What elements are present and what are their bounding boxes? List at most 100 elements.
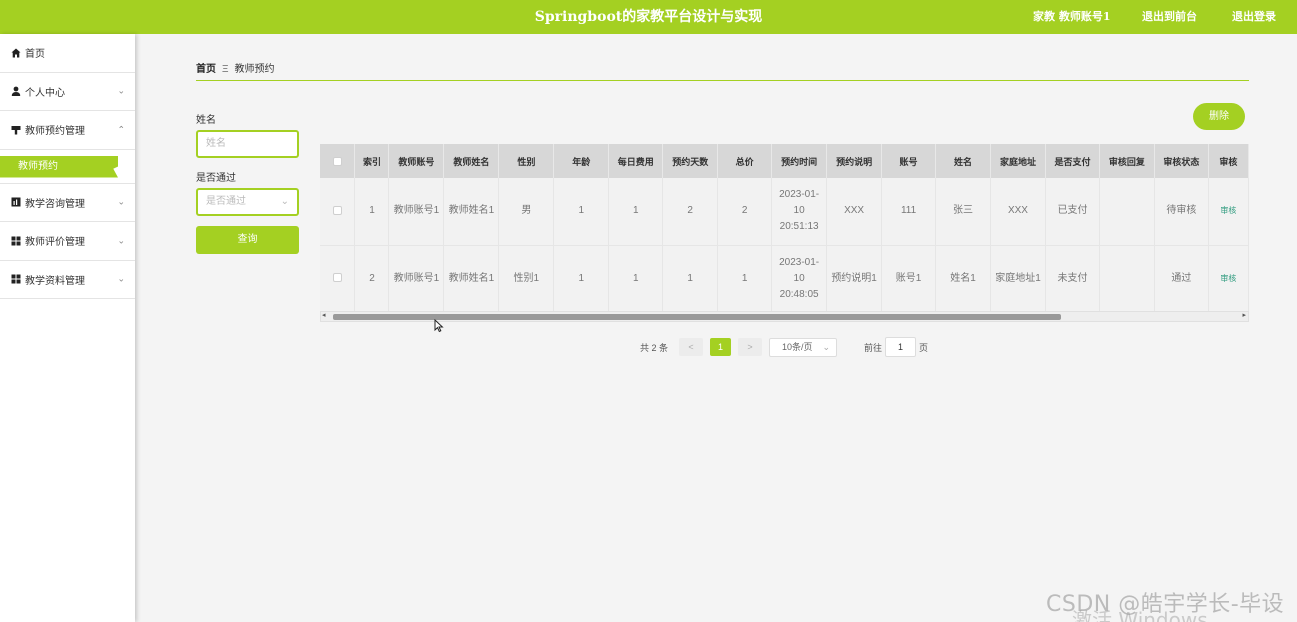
user-icon	[10, 86, 21, 97]
sidebar-item-home[interactable]: 首页	[0, 34, 135, 73]
scroll-left-icon[interactable]: ◂	[322, 311, 326, 319]
grid-icon	[10, 235, 21, 246]
data-table: 索引 教师账号 教师姓名 性别 年龄 每日费用 预约天数 总价 预约时间 预约说…	[320, 144, 1249, 311]
scroll-right-icon[interactable]: ▸	[1242, 311, 1246, 319]
table-cell	[1099, 178, 1155, 246]
podium-icon	[10, 124, 21, 135]
column-header: 总价	[717, 144, 773, 178]
sidebar-item-personal[interactable]: 个人中心 ⌄	[0, 73, 135, 111]
column-header: 姓名	[935, 144, 991, 178]
delete-button[interactable]: 删除	[1193, 103, 1245, 130]
table-cell: 男	[498, 178, 555, 246]
checkbox-icon	[332, 273, 342, 283]
sidebar-item-label: 首页	[25, 49, 45, 61]
table-cell: XXX	[826, 178, 883, 246]
sidebar-item-label: 个人中心	[25, 87, 65, 99]
checkbox-icon	[332, 206, 342, 216]
table-cell: XXX	[990, 178, 1046, 246]
next-page-button[interactable]: >	[738, 338, 762, 356]
page-size-select[interactable]: 10条/页 ⌄	[769, 338, 837, 357]
table-cell: 未支付	[1045, 245, 1100, 311]
windows-activation-watermark: 激活 Windows	[1072, 608, 1208, 622]
column-header: 预约天数	[662, 144, 719, 178]
table-cell: 待审核	[1154, 178, 1209, 246]
sidebar-item-material-mgmt[interactable]: 教学资料管理 ⌄	[0, 261, 135, 299]
table-cell: 姓名1	[935, 245, 991, 311]
sidebar: 首页 个人中心 ⌄ 教师预约管理 ⌃ 教师预约 教学咨询管理 ⌄ 教师评价管理 …	[0, 34, 135, 622]
breadcrumb-current: 教师预约	[234, 64, 275, 75]
table-cell: 账号1	[881, 245, 937, 311]
user-account-link[interactable]: 家教 教师账号1	[1033, 8, 1110, 24]
grid-icon	[10, 274, 21, 285]
column-header: 预约时间	[771, 144, 828, 178]
column-header: 审核	[1208, 144, 1249, 178]
chart-icon	[10, 197, 21, 208]
chevron-down-icon: ⌄	[280, 196, 289, 207]
table-row: 2 教师账号1 教师姓名1 性别1 1 1 1 1 2023-01-10 20:…	[320, 245, 1249, 311]
column-header: 性别	[498, 144, 555, 178]
table-cell: 2	[717, 178, 773, 246]
table-cell: 2023-01-10 20:51:13	[771, 178, 828, 246]
review-action-link[interactable]: 审核	[1208, 178, 1249, 246]
table-cell	[1099, 245, 1155, 311]
review-action-link[interactable]: 审核	[1208, 245, 1249, 311]
table-cell: 1	[608, 245, 664, 311]
name-label: 姓名	[196, 115, 216, 126]
sidebar-item-review-mgmt[interactable]: 教师评价管理 ⌄	[0, 222, 135, 261]
sidebar-item-label: 教学咨询管理	[25, 198, 85, 210]
table-cell: 教师账号1	[388, 178, 445, 246]
select-all-checkbox[interactable]	[320, 144, 356, 178]
table-cell: 1	[608, 178, 664, 246]
chevron-down-icon: ⌄	[822, 342, 830, 352]
prev-page-button[interactable]: <	[679, 338, 703, 356]
breadcrumb-divider	[196, 80, 1249, 81]
row-checkbox[interactable]	[320, 245, 356, 311]
column-header: 是否支付	[1045, 144, 1100, 178]
checkbox-icon	[332, 157, 342, 167]
submenu-appointment: 教师预约	[0, 150, 135, 184]
goto-page-input[interactable]: 1	[885, 337, 916, 357]
column-header: 教师账号	[388, 144, 445, 178]
table-cell: 教师姓名1	[443, 245, 500, 311]
table-cell: 已支付	[1045, 178, 1100, 246]
breadcrumb-home[interactable]: 首页	[196, 64, 216, 75]
sidebar-subitem-appointment[interactable]: 教师预约	[0, 155, 118, 178]
column-header: 索引	[354, 144, 390, 178]
sidebar-item-consult-mgmt[interactable]: 教学咨询管理 ⌄	[0, 184, 135, 222]
column-header: 审核回复	[1099, 144, 1155, 178]
sidebar-item-label: 教师预约管理	[25, 126, 85, 138]
sidebar-item-appointment-mgmt[interactable]: 教师预约管理 ⌃	[0, 111, 135, 150]
name-input[interactable]: 姓名	[196, 130, 299, 158]
query-button[interactable]: 查询	[196, 226, 299, 254]
page-unit-label: 页	[919, 342, 929, 353]
row-checkbox[interactable]	[320, 178, 356, 246]
column-header: 审核状态	[1154, 144, 1209, 178]
column-header: 账号	[881, 144, 937, 178]
table-cell: 1	[553, 178, 610, 246]
page-number-current[interactable]: 1	[710, 338, 731, 356]
horizontal-scrollbar[interactable]: ◂ ▸	[320, 311, 1249, 322]
passed-select-value: 是否通过	[206, 196, 246, 207]
passed-label: 是否通过	[196, 173, 236, 184]
table-cell: 家庭地址1	[990, 245, 1046, 311]
passed-select[interactable]: 是否通过 ⌄	[196, 188, 299, 216]
page-size-value: 10条/页	[782, 342, 813, 352]
table-row: 1 教师账号1 教师姓名1 男 1 1 2 2 2023-01-10 20:51…	[320, 178, 1249, 246]
column-header: 家庭地址	[990, 144, 1046, 178]
chevron-down-icon: ⌄	[117, 273, 125, 284]
logout-link[interactable]: 退出登录	[1232, 8, 1276, 24]
table-cell: 通过	[1154, 245, 1209, 311]
table-cell: 教师姓名1	[443, 178, 500, 246]
sidebar-item-label: 教学资料管理	[25, 275, 85, 287]
chevron-down-icon: ⌄	[117, 196, 125, 207]
sidebar-item-label: 教师评价管理	[25, 237, 85, 249]
breadcrumb-separator-icon: Ξ	[222, 64, 229, 75]
goto-label: 前往	[864, 342, 883, 353]
column-header: 年龄	[553, 144, 610, 178]
column-header: 每日费用	[608, 144, 664, 178]
column-header: 预约说明	[826, 144, 883, 178]
back-to-frontend-link[interactable]: 退出到前台	[1142, 8, 1197, 24]
table-cell: 张三	[935, 178, 991, 246]
table-cell: 2	[662, 178, 719, 246]
table-cell: 1	[354, 178, 390, 246]
